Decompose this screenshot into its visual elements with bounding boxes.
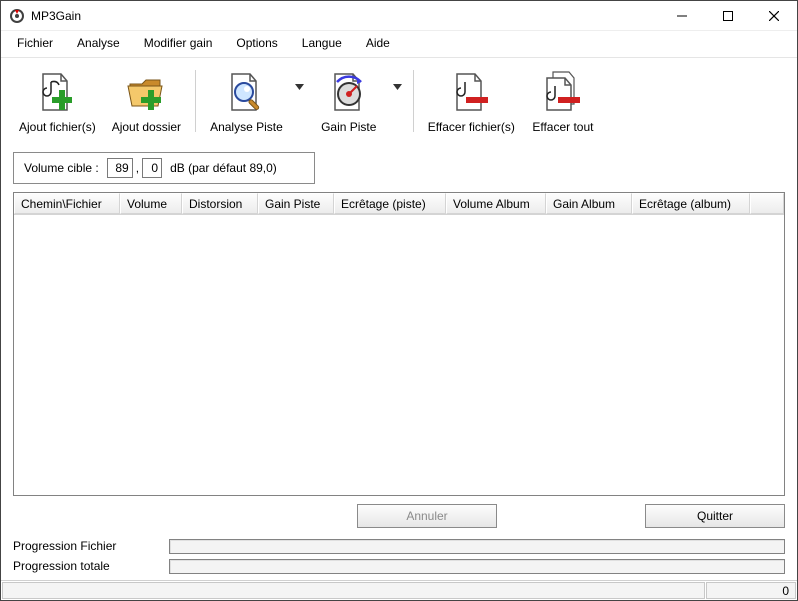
volume-target-group: Volume cible : , dB (par défaut 89,0) (13, 152, 315, 184)
col-volume[interactable]: Volume (120, 193, 182, 214)
add-folder-button[interactable]: Ajout dossier (104, 64, 189, 138)
app-icon (9, 8, 25, 24)
quit-button[interactable]: Quitter (645, 504, 785, 528)
volume-label: Volume cible : (24, 161, 99, 175)
col-gain-album[interactable]: Gain Album (546, 193, 632, 214)
gain-track-label: Gain Piste (321, 120, 376, 134)
delete-all-label: Effacer tout (532, 120, 593, 134)
menu-langue[interactable]: Langue (292, 33, 352, 53)
toolbar-separator (195, 70, 196, 132)
table-header: Chemin\Fichier Volume Distorsion Gain Pi… (14, 193, 784, 215)
file-table: Chemin\Fichier Volume Distorsion Gain Pi… (13, 192, 785, 496)
add-files-label: Ajout fichier(s) (19, 120, 96, 134)
delete-all-button[interactable]: Effacer tout (523, 64, 603, 138)
analyze-track-button[interactable]: Analyse Piste (202, 64, 291, 138)
titlebar: MP3Gain (1, 1, 797, 31)
menu-options[interactable]: Options (226, 33, 287, 53)
maximize-button[interactable] (705, 1, 751, 31)
col-volume-album[interactable]: Volume Album (446, 193, 546, 214)
menu-fichier[interactable]: Fichier (7, 33, 63, 53)
close-button[interactable] (751, 1, 797, 31)
progress-section: Progression Fichier Progression totale (1, 534, 797, 580)
menubar: Fichier Analyse Modifier gain Options La… (1, 31, 797, 58)
col-distortion[interactable]: Distorsion (182, 193, 258, 214)
progress-file-bar (169, 539, 785, 554)
bottom-button-row: Annuler Quitter (1, 496, 797, 534)
progress-total-bar (169, 559, 785, 574)
col-gain-track[interactable]: Gain Piste (258, 193, 334, 214)
add-file-icon (33, 68, 81, 116)
analyze-track-label: Analyse Piste (210, 120, 283, 134)
add-folder-icon (122, 68, 170, 116)
toolbar: Ajout fichier(s) Ajout dossier Analyse P… (1, 58, 797, 146)
add-folder-label: Ajout dossier (112, 120, 181, 134)
delete-file-icon (447, 68, 495, 116)
table-body[interactable] (14, 215, 784, 495)
statusbar: 0 (1, 580, 797, 600)
decimal-separator: , (136, 161, 139, 175)
gain-icon (325, 68, 373, 116)
delete-files-label: Effacer fichier(s) (428, 120, 515, 134)
minimize-button[interactable] (659, 1, 705, 31)
analyze-track-dropdown[interactable] (291, 64, 309, 90)
menu-analyse[interactable]: Analyse (67, 33, 130, 53)
add-files-button[interactable]: Ajout fichier(s) (11, 64, 104, 138)
status-count: 0 (706, 582, 796, 599)
menu-modifier-gain[interactable]: Modifier gain (134, 33, 223, 53)
delete-all-icon (539, 68, 587, 116)
col-spacer (750, 193, 784, 214)
col-clip-track[interactable]: Ecrêtage (piste) (334, 193, 446, 214)
analyze-icon (222, 68, 270, 116)
toolbar-separator (413, 70, 414, 132)
volume-int-input[interactable] (107, 158, 133, 178)
status-left (2, 582, 705, 599)
col-clip-album[interactable]: Ecrêtage (album) (632, 193, 750, 214)
delete-files-button[interactable]: Effacer fichier(s) (420, 64, 523, 138)
volume-dec-input[interactable] (142, 158, 162, 178)
progress-file-label: Progression Fichier (13, 539, 163, 553)
window-title: MP3Gain (31, 9, 81, 23)
cancel-button: Annuler (357, 504, 497, 528)
progress-total-label: Progression totale (13, 559, 163, 573)
col-path[interactable]: Chemin\Fichier (14, 193, 120, 214)
volume-unit-default: dB (par défaut 89,0) (170, 161, 277, 175)
gain-track-dropdown[interactable] (389, 64, 407, 90)
gain-track-button[interactable]: Gain Piste (309, 64, 389, 138)
menu-aide[interactable]: Aide (356, 33, 400, 53)
